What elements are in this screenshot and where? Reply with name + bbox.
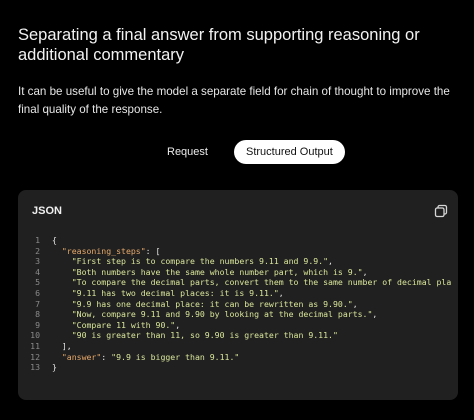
json-string: "Both numbers have the same whole number… [71,266,363,277]
line-content: "To compare the decimal parts, convert t… [40,277,452,288]
code-line: 3 "First step is to compare the numbers … [18,256,458,267]
tab-structured-output[interactable]: Structured Output [233,140,345,164]
code-line: 6 "9.11 has two decimal places: it is 9.… [18,288,458,299]
line-content: "Now, compare 9.11 and 9.90 by looking a… [40,309,378,320]
line-number: 12 [30,351,40,362]
line-content: ], [40,341,72,352]
code-line: 12 "answer": "9.9 is bigger than 9.11." [18,352,458,363]
json-string: "9.11 has two decimal places: it is 9.11… [71,287,279,298]
code-line: 10 "90 is greater than 11, so 9.90 is gr… [18,330,458,341]
code-line: 7 "9.9 has one decimal place: it can be … [18,299,458,310]
line-content: "answer": "9.9 is bigger than 9.11." [40,352,239,363]
code-line: 11 ], [18,341,458,352]
line-content: "90 is greater than 11, so 9.90 is great… [40,330,338,341]
code-line: 13} [18,362,458,373]
line-content: "Compare 11 with 90.", [40,320,180,331]
json-string: "To compare the decimal parts, convert t… [71,277,452,288]
code-block: JSON 1{2 "reasoning_steps": [3 "First st… [18,190,458,400]
copy-icon[interactable] [434,204,448,218]
code-line: 5 "To compare the decimal parts, convert… [18,277,458,288]
section-description: It can be useful to give the model a sep… [18,85,450,116]
json-punctuation: , [362,266,368,277]
code-block-header: JSON [18,190,458,234]
line-content: "9.9 has one decimal place: it can be re… [40,299,358,310]
line-number: 1 [35,235,40,245]
code-content: 1{2 "reasoning_steps": [3 "First step is… [18,235,458,373]
page: Separating a final answer from supportin… [0,0,474,420]
json-punctuation: , [328,256,333,267]
code-line: 4 "Both numbers have the same whole numb… [18,267,458,278]
json-key: "reasoning_steps" [61,245,146,256]
json-string: "Compare 11 with 90." [71,319,176,330]
line-number: 5 [35,277,40,288]
line-content: { [40,235,57,246]
line-number: 7 [35,298,40,309]
tab-request[interactable]: Request [155,140,220,164]
line-number: 11 [30,340,40,351]
line-content: "reasoning_steps": [ [40,245,161,257]
line-number: 8 [35,309,40,320]
code-line: 2 "reasoning_steps": [ [18,246,458,257]
json-string: "First step is to compare the numbers 9.… [71,256,329,267]
json-punctuation: ], [61,340,72,351]
json-punctuation: } [52,362,57,373]
json-string: "Now, compare 9.11 and 9.90 by looking a… [71,309,373,320]
json-punctuation: , [175,319,181,330]
json-punctuation: , [372,309,378,320]
line-content: "9.11 has two decimal places: it is 9.11… [40,288,284,299]
json-punctuation: : [ [145,245,161,256]
line-content: "Both numbers have the same whole number… [40,267,368,278]
json-punctuation: { [52,235,57,245]
code-line: 8 "Now, compare 9.11 and 9.90 by looking… [18,309,458,320]
json-key: "answer" [61,351,102,362]
line-number: 9 [35,319,40,330]
section-heading: Separating a final answer from supportin… [18,26,420,64]
code-language-label: JSON [32,205,62,217]
copy-icon-graphic [434,204,448,218]
json-punctuation: : [101,351,112,362]
line-number: 13 [30,362,40,373]
line-number: 10 [30,330,40,341]
json-string: "90 is greater than 11, so 9.90 is great… [71,330,338,341]
line-number: 4 [35,266,40,277]
json-string: "9.9 has one decimal place: it can be re… [71,298,353,309]
line-content: } [40,362,57,373]
json-punctuation: , [352,298,358,309]
line-number: 2 [35,245,40,256]
json-punctuation: , [278,287,284,298]
line-number: 3 [35,256,40,267]
line-content: "First step is to compare the numbers 9.… [40,256,333,267]
json-string: "9.9 is bigger than 9.11." [111,351,240,362]
code-line: 1{ [18,235,458,246]
line-number: 6 [35,287,40,298]
code-line: 9 "Compare 11 with 90.", [18,320,458,331]
example-tabs: Request Structured Output [155,140,345,164]
